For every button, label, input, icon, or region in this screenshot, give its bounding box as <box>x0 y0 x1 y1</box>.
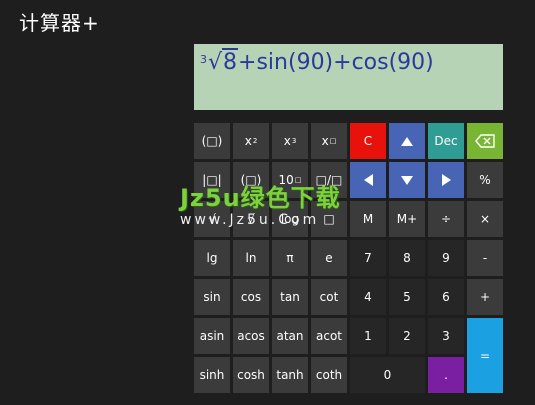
arrow-down-button[interactable] <box>389 162 425 198</box>
sinh-button[interactable]: sinh <box>194 357 230 393</box>
digit-2-button[interactable]: 2 <box>389 318 425 354</box>
digit-6-button[interactable]: 6 <box>428 279 464 315</box>
display-panel[interactable]: 3√8+sin(90)+cos(90) <box>194 44 503 110</box>
log-button[interactable]: log <box>272 201 308 237</box>
percent-button[interactable]: % <box>467 162 503 198</box>
memory-button[interactable]: M <box>350 201 386 237</box>
square-button[interactable]: x2 <box>233 123 269 159</box>
coth-button[interactable]: coth <box>311 357 347 393</box>
power-base: x <box>321 134 329 148</box>
arrow-left-icon <box>363 174 373 186</box>
square-exp: 2 <box>252 137 258 145</box>
minus-button[interactable]: - <box>467 240 503 276</box>
expression-text: 3√8+sin(90)+cos(90) <box>200 48 434 75</box>
root-index: 3 <box>200 53 207 66</box>
atan-button[interactable]: atan <box>272 318 308 354</box>
sqrt-button[interactable]: √ <box>194 201 230 237</box>
power-exp: □ <box>329 137 337 145</box>
ten-power-button[interactable]: 10 □ <box>272 162 308 198</box>
tanh-button[interactable]: tanh <box>272 357 308 393</box>
digit-7-button[interactable]: 7 <box>350 240 386 276</box>
tan-button[interactable]: tan <box>272 279 308 315</box>
clear-button[interactable]: C <box>350 123 386 159</box>
cube-exp: 3 <box>291 137 297 145</box>
abs-button[interactable]: |□| <box>194 162 230 198</box>
sin-button[interactable]: sin <box>194 279 230 315</box>
arrow-up-button[interactable] <box>389 123 425 159</box>
plus-button[interactable]: + <box>467 279 503 315</box>
cos-button[interactable]: cos <box>233 279 269 315</box>
expression-rest: +sin(90)+cos(90) <box>238 50 434 75</box>
power-button[interactable]: x □ <box>311 123 347 159</box>
lg-button[interactable]: lg <box>194 240 230 276</box>
arrow-down-icon <box>401 175 413 185</box>
decimal-point-button[interactable]: . <box>428 357 464 393</box>
arrow-right-button[interactable] <box>428 162 464 198</box>
memory-plus-button[interactable]: M+ <box>389 201 425 237</box>
paren-button[interactable]: (□) <box>194 123 230 159</box>
backspace-button[interactable] <box>467 123 503 159</box>
acos-button[interactable]: acos <box>233 318 269 354</box>
digit-8-button[interactable]: 8 <box>389 240 425 276</box>
fraction-button[interactable]: □/□ <box>311 162 347 198</box>
digit-1-button[interactable]: 1 <box>350 318 386 354</box>
arrow-right-icon <box>441 174 451 186</box>
ten-power-exp: □ <box>294 176 302 184</box>
paren2-button[interactable]: (□) <box>233 162 269 198</box>
arrow-up-icon <box>401 136 413 146</box>
cube-button[interactable]: x3 <box>272 123 308 159</box>
cot-button[interactable]: cot <box>311 279 347 315</box>
equals-button[interactable]: = <box>467 318 503 393</box>
e-button[interactable]: e <box>311 240 347 276</box>
pi-button[interactable]: π <box>272 240 308 276</box>
radicand: 8 <box>222 48 239 75</box>
cosh-button[interactable]: cosh <box>233 357 269 393</box>
digit-9-button[interactable]: 9 <box>428 240 464 276</box>
multiply-button[interactable]: × <box>467 201 503 237</box>
ten-power-base: 10 <box>278 173 294 187</box>
cube-base: x <box>283 134 291 148</box>
acot-button[interactable]: acot <box>311 318 347 354</box>
digit-3-button[interactable]: 3 <box>428 318 464 354</box>
backspace-icon <box>475 134 495 148</box>
radical-sign-icon: √ <box>208 50 223 75</box>
mod-button[interactable]: □ <box>311 201 347 237</box>
digit-0-button[interactable]: 0 <box>350 357 425 393</box>
square-base: x <box>244 134 252 148</box>
divide-button[interactable]: ÷ <box>428 201 464 237</box>
digit-4-button[interactable]: 4 <box>350 279 386 315</box>
dec-button[interactable]: Dec <box>428 123 464 159</box>
nth-root-button[interactable]: √ <box>233 201 269 237</box>
app-title: 计算器+ <box>19 11 100 35</box>
asin-button[interactable]: asin <box>194 318 230 354</box>
digit-5-button[interactable]: 5 <box>389 279 425 315</box>
arrow-left-button[interactable] <box>350 162 386 198</box>
ln-button[interactable]: ln <box>233 240 269 276</box>
